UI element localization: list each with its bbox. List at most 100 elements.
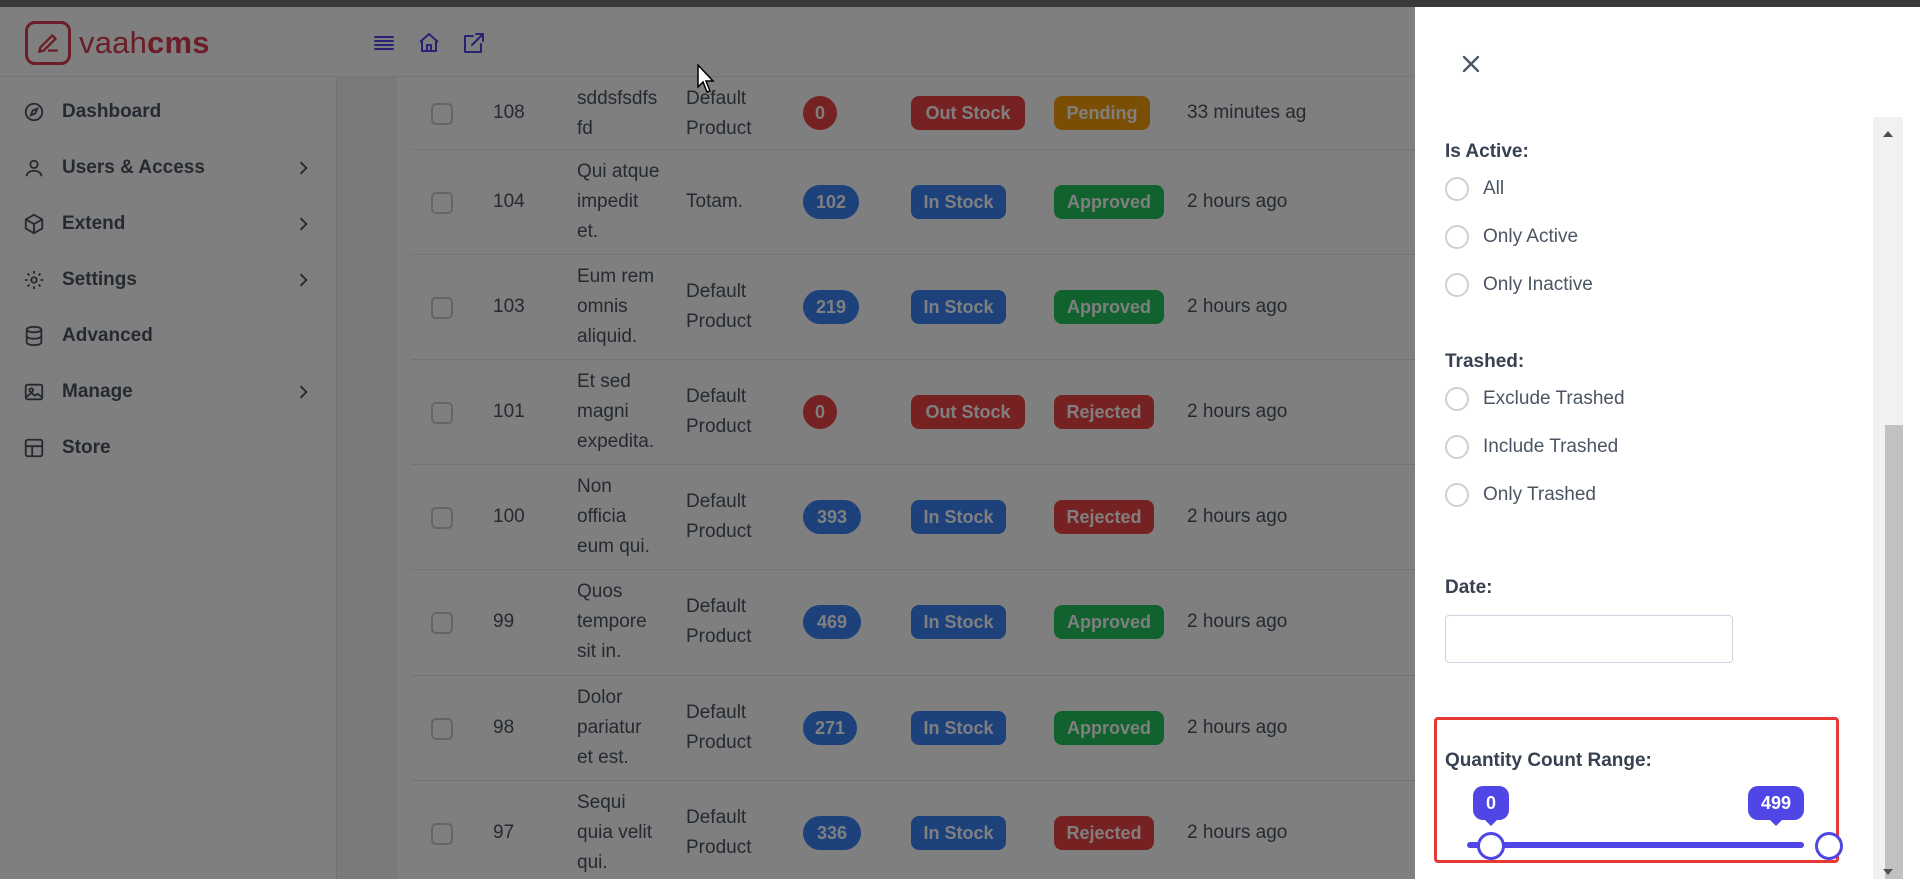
- database-icon: [22, 324, 46, 348]
- chevron-right-icon: [299, 161, 308, 175]
- status-badge: Approved: [1054, 185, 1164, 219]
- chevron-right-icon: [299, 217, 308, 231]
- sidebar-item-dashboard[interactable]: Dashboard: [0, 87, 337, 137]
- products-table: 108 sddsfsdfs fd Default Product 0 Out Sto…: [397, 77, 1415, 879]
- image-icon: [22, 380, 46, 404]
- external-link-icon[interactable]: [462, 31, 486, 55]
- scrollbar-thumb[interactable]: [1885, 425, 1904, 879]
- stock-badge: Out Stock: [911, 395, 1025, 429]
- table-row[interactable]: 108 sddsfsdfs fd Default Product 0 Out Sto…: [411, 77, 1415, 150]
- sidebar-item-users-access[interactable]: Users & Access: [0, 143, 337, 193]
- table-row[interactable]: 99 Quos tempore sit in. Default Product 469…: [411, 570, 1415, 676]
- radio-include-trashed[interactable]: Include Trashed: [1445, 435, 1618, 459]
- radio-button[interactable]: [1445, 177, 1469, 201]
- table-row[interactable]: 104 Qui atque impedit et. Totam. 102 In St…: [411, 150, 1415, 255]
- radio-button[interactable]: [1445, 387, 1469, 411]
- row-checkbox[interactable]: [431, 402, 453, 424]
- row-name: Et sed magni expedita.: [577, 371, 655, 452]
- row-updated: 2 hours ago: [1187, 191, 1288, 212]
- chevron-right-icon: [299, 385, 308, 399]
- row-checkbox[interactable]: [431, 192, 453, 214]
- filter-panel: Is Active: All Only Active Only Inactive…: [1415, 117, 1873, 879]
- logo-icon: [25, 21, 71, 65]
- range-max-tooltip: 499: [1748, 786, 1804, 826]
- radio-button[interactable]: [1445, 435, 1469, 459]
- quantity-badge: 336: [803, 816, 861, 850]
- row-updated: 2 hours ago: [1187, 611, 1288, 632]
- row-id: 97: [493, 822, 515, 843]
- close-icon[interactable]: [1457, 50, 1485, 78]
- row-type: Default Product: [686, 88, 752, 139]
- sidebar-item-manage[interactable]: Manage: [0, 367, 337, 417]
- row-checkbox[interactable]: [431, 612, 453, 634]
- main-content: 108 sddsfsdfs fd Default Product 0 Out Sto…: [337, 77, 1415, 879]
- sidebar-item-label: Advanced: [62, 325, 153, 346]
- status-badge: Approved: [1054, 605, 1164, 639]
- sidebar-item-store[interactable]: Store: [0, 423, 337, 473]
- row-type: Default Product: [686, 491, 752, 542]
- home-icon[interactable]: [417, 31, 441, 55]
- row-type: Default Product: [686, 281, 752, 332]
- table-row[interactable]: 103 Eum rem omnis aliquid. Default Product …: [411, 255, 1415, 360]
- sidebar-item-advanced[interactable]: Advanced: [0, 311, 337, 361]
- row-name: Qui atque impedit et.: [577, 161, 660, 242]
- stock-badge: Out Stock: [911, 96, 1025, 130]
- stock-badge: In Stock: [911, 500, 1006, 534]
- range-track[interactable]: [1467, 842, 1804, 848]
- table-row[interactable]: 101 Et sed magni expedita. Default Product …: [411, 360, 1415, 465]
- stock-badge: In Stock: [911, 711, 1006, 745]
- status-badge: Rejected: [1054, 395, 1154, 429]
- range-min-tooltip: 0: [1473, 786, 1509, 826]
- radio-only-trashed[interactable]: Only Trashed: [1445, 483, 1596, 507]
- quantity-badge: 0: [803, 395, 837, 429]
- quantity-badge: 469: [803, 605, 861, 639]
- radio-exclude-trashed[interactable]: Exclude Trashed: [1445, 387, 1625, 411]
- row-checkbox[interactable]: [431, 297, 453, 319]
- quantity-badge: 271: [803, 711, 857, 745]
- radio-button[interactable]: [1445, 225, 1469, 249]
- radio-only-active[interactable]: Only Active: [1445, 225, 1578, 249]
- row-name: Sequi quia velit qui.: [577, 792, 652, 873]
- scroll-up-icon[interactable]: [1883, 131, 1893, 137]
- table-row[interactable]: 100 Non officia eum qui. Default Product 39…: [411, 465, 1415, 570]
- quantity-badge: 102: [803, 185, 859, 219]
- row-id: 103: [493, 296, 525, 317]
- range-max-handle[interactable]: [1815, 832, 1843, 860]
- radio-only-inactive[interactable]: Only Inactive: [1445, 273, 1593, 297]
- sidebar-item-label: Manage: [62, 381, 133, 402]
- radio-button[interactable]: [1445, 483, 1469, 507]
- row-checkbox[interactable]: [431, 103, 453, 125]
- quantity-badge: 393: [803, 500, 861, 534]
- sidebar-item-label: Settings: [62, 269, 137, 290]
- status-badge: Rejected: [1054, 500, 1154, 534]
- row-type: Default Product: [686, 702, 752, 753]
- mouse-cursor-icon: [697, 64, 715, 93]
- date-input[interactable]: [1445, 615, 1733, 663]
- trashed-title: Trashed:: [1445, 351, 1525, 372]
- table-row[interactable]: 97 Sequi quia velit qui. Default Product 33…: [411, 781, 1415, 879]
- row-name: Quos tempore sit in.: [577, 581, 647, 662]
- row-id: 104: [493, 191, 525, 212]
- row-checkbox[interactable]: [431, 507, 453, 529]
- logo-text: vaahcms: [79, 25, 210, 60]
- range-min-handle[interactable]: [1477, 832, 1505, 860]
- quantity-badge: 0: [803, 96, 837, 130]
- radio-button[interactable]: [1445, 273, 1469, 297]
- status-badge: Pending: [1054, 96, 1150, 130]
- app-logo[interactable]: vaahcms: [25, 21, 210, 65]
- row-type: Default Product: [686, 596, 752, 647]
- sidebar-item-extend[interactable]: Extend: [0, 199, 337, 249]
- row-checkbox[interactable]: [431, 718, 453, 740]
- drawer-scrollbar[interactable]: [1873, 117, 1904, 879]
- stock-badge: In Stock: [911, 816, 1006, 850]
- grid-icon: [22, 436, 46, 460]
- row-checkbox[interactable]: [431, 823, 453, 845]
- header-toolbar: [372, 31, 486, 55]
- scroll-down-icon[interactable]: [1883, 869, 1893, 875]
- row-id: 100: [493, 506, 525, 527]
- menu-icon[interactable]: [372, 31, 396, 55]
- sidebar-item-settings[interactable]: Settings: [0, 255, 337, 305]
- table-row[interactable]: 98 Dolor pariatur et est. Default Product 2…: [411, 676, 1415, 781]
- row-updated: 33 minutes ag: [1187, 102, 1307, 123]
- radio-all[interactable]: All: [1445, 177, 1504, 201]
